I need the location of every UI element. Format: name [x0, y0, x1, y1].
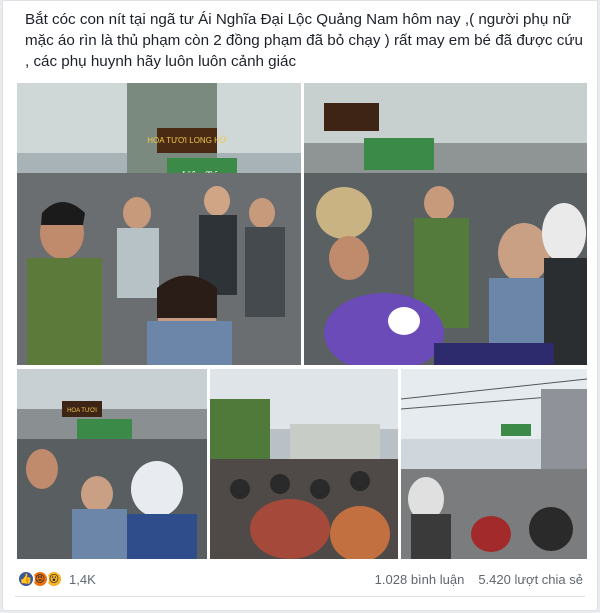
reaction-count[interactable]: 1,4K	[69, 572, 96, 587]
post-text: Bắt cóc con nít tại ngã tư Ái Nghĩa Đại …	[25, 11, 583, 70]
photo-1[interactable]: HOA TƯƠI LONG HỮ Uôn Tóc	[17, 83, 301, 365]
photo-grid: HOA TƯƠI LONG HỮ Uôn Tóc	[17, 83, 587, 559]
post-stats: 1.028 bình luận 5.420 lượt chia sẻ	[375, 572, 583, 587]
photo-5[interactable]	[401, 369, 587, 559]
footer-divider	[15, 596, 585, 597]
post-footer: 👍 😡 😮 1,4K 1.028 bình luận 5.420 lượt ch…	[17, 567, 583, 591]
comments-count[interactable]: 1.028 bình luận	[375, 572, 465, 587]
facebook-post: Bắt cóc con nít tại ngã tư Ái Nghĩa Đại …	[2, 0, 598, 611]
photo-4[interactable]	[210, 369, 398, 559]
like-icon: 👍	[17, 570, 35, 588]
reactions-summary[interactable]: 👍 😡 😮 1,4K	[17, 570, 96, 588]
sign-bottom: HOA TƯƠI	[67, 408, 97, 414]
sign-top: HOA TƯƠI LONG HỮ	[147, 136, 227, 145]
photo-3[interactable]: HOA TƯƠI	[17, 369, 207, 559]
photo-2[interactable]	[304, 83, 587, 365]
shares-count[interactable]: 5.420 lượt chia sẻ	[478, 572, 583, 587]
